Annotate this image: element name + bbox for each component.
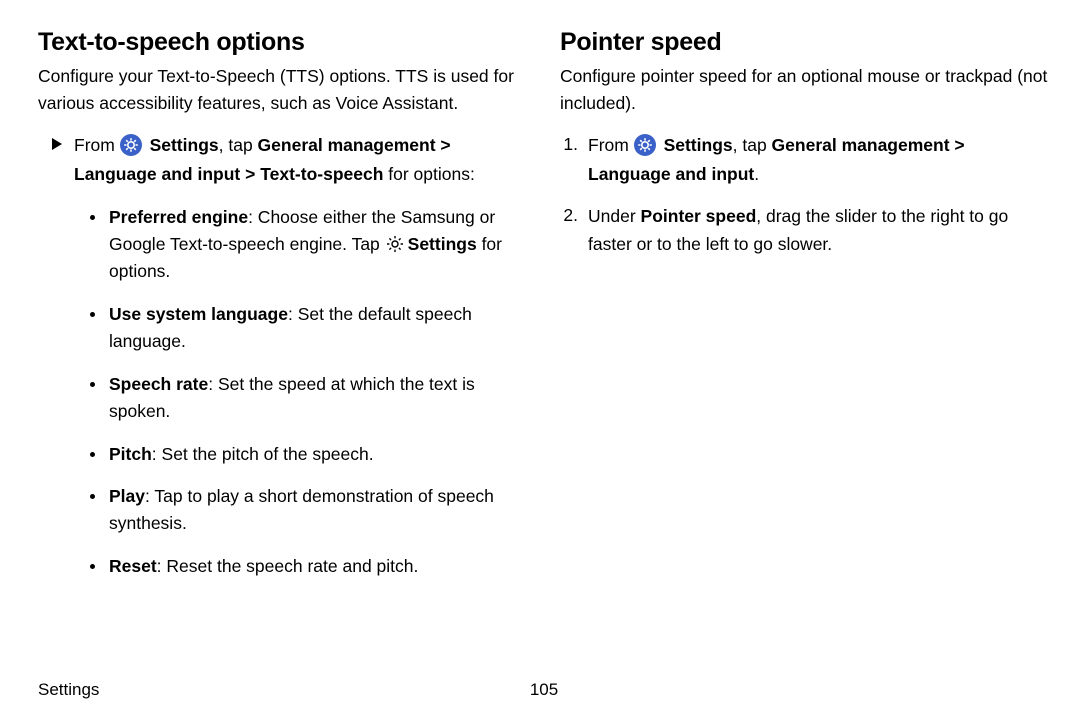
bullet-icon (90, 312, 95, 317)
tts-from-text: From Settings, tap General management > … (74, 131, 528, 188)
tts-from-step: From Settings, tap General management > … (38, 131, 528, 188)
step-2: Under Pointer speed, drag the slider to … (560, 202, 1050, 259)
right-column: Pointer speed Configure pointer speed fo… (560, 28, 1050, 596)
settings-gear-icon (120, 134, 142, 156)
footer-page-number: 105 (530, 680, 558, 700)
page-footer: Settings 105 (38, 680, 1050, 700)
left-column: Text-to-speech options Configure your Te… (38, 28, 528, 596)
sublist-item: Play: Tap to play a short demonstration … (90, 483, 528, 537)
bullet-icon (90, 452, 95, 457)
sublist-item: Use system language: Set the default spe… (90, 301, 528, 355)
pointer-heading: Pointer speed (560, 28, 1050, 57)
arrow-icon (52, 137, 62, 155)
tts-sublist: Preferred engine: Choose either the Sams… (38, 204, 528, 580)
tts-heading: Text-to-speech options (38, 28, 528, 57)
settings-gear-icon (634, 134, 656, 156)
sublist-item: Speech rate: Set the speed at which the … (90, 371, 528, 425)
gear-outline-icon (385, 234, 405, 254)
tts-intro: Configure your Text-to-Speech (TTS) opti… (38, 63, 528, 117)
bullet-icon (90, 494, 95, 499)
step-1: From Settings, tap General management > … (560, 131, 1050, 188)
bullet-icon (90, 215, 95, 220)
sublist-item: Pitch: Set the pitch of the speech. (90, 441, 528, 468)
sublist-item: Preferred engine: Choose either the Sams… (90, 204, 528, 285)
footer-section: Settings (38, 680, 99, 700)
sublist-item: Reset: Reset the speech rate and pitch. (90, 553, 528, 580)
bullet-icon (90, 382, 95, 387)
pointer-intro: Configure pointer speed for an optional … (560, 63, 1050, 117)
bullet-icon (90, 564, 95, 569)
pointer-steps: From Settings, tap General management > … (560, 131, 1050, 258)
